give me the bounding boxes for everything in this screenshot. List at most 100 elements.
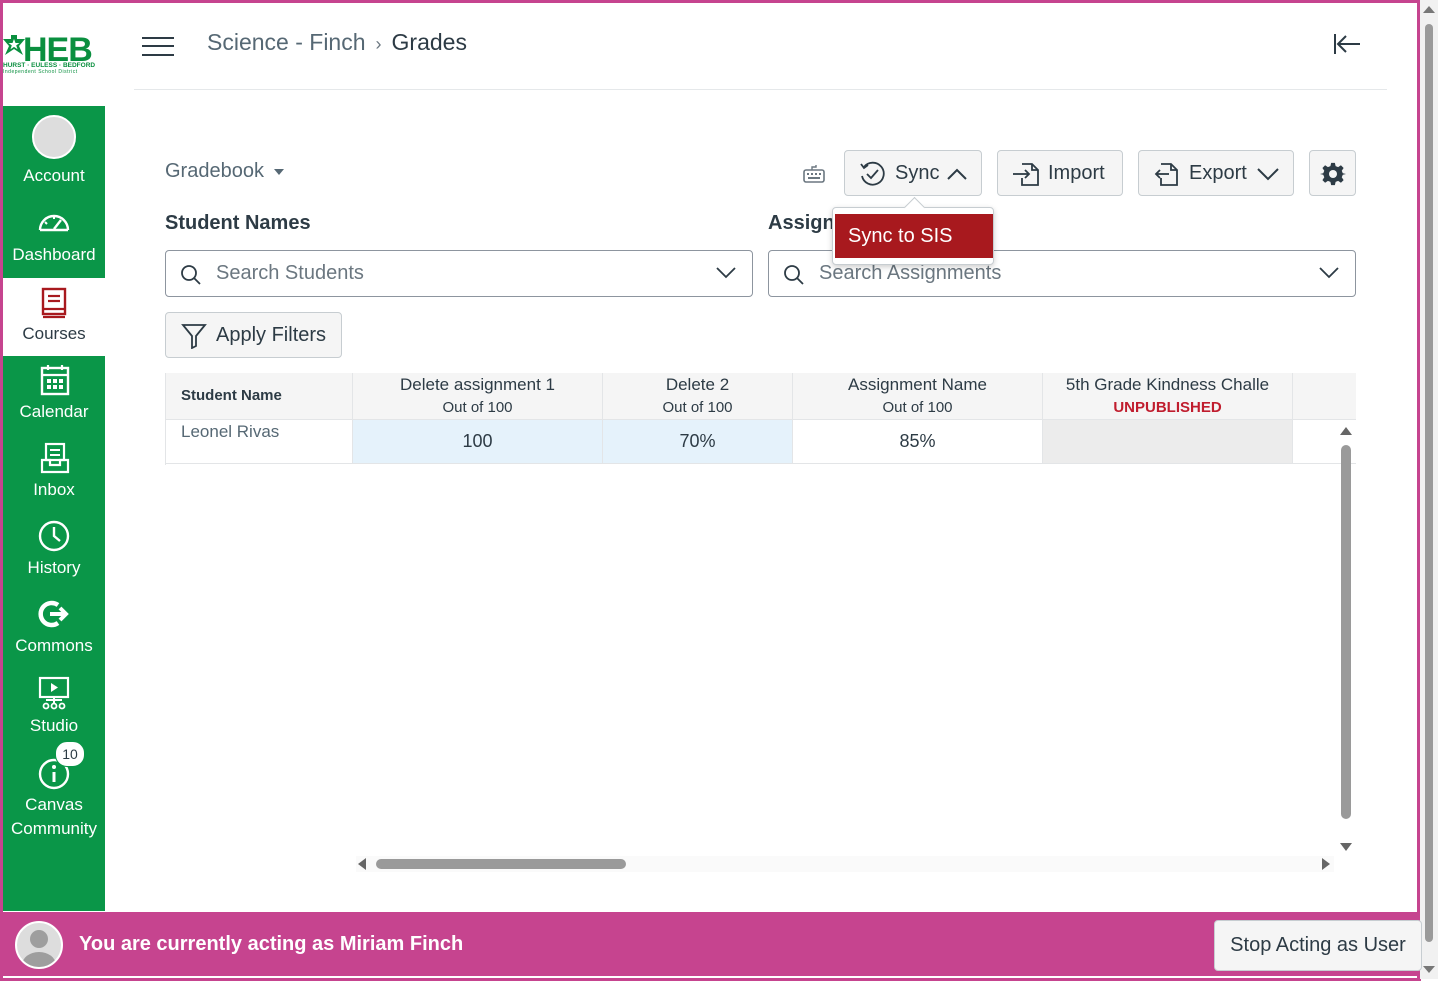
scroll-down-icon[interactable]: [1340, 843, 1352, 851]
nav-commons[interactable]: Commons: [3, 592, 105, 670]
nav-studio[interactable]: Studio: [3, 670, 105, 748]
filter-icon: [181, 324, 207, 349]
nav-canvas-community[interactable]: 10 Canvas Community: [3, 741, 105, 848]
community-badge: 10: [55, 741, 85, 767]
nav-dashboard[interactable]: Dashboard: [3, 184, 105, 264]
nav-calendar-label: Calendar: [19, 402, 89, 421]
history-icon: [38, 520, 70, 552]
column-header[interactable]: Delete 2 Out of 100: [603, 373, 793, 420]
caret-down-icon: [273, 168, 284, 175]
gradebook-menu[interactable]: Gradebook: [165, 160, 284, 183]
grid-vscroll-thumb[interactable]: [1341, 445, 1351, 819]
column-title: Assignment Name: [848, 375, 987, 394]
student-search-select[interactable]: Search Students: [165, 250, 753, 297]
nav-inbox[interactable]: Inbox: [3, 436, 105, 514]
nav-history[interactable]: History: [3, 514, 105, 592]
calendar-icon: [40, 365, 70, 396]
scroll-up-icon[interactable]: [1423, 6, 1435, 13]
grid-left-border: [165, 373, 166, 465]
student-names-label: Student Names: [165, 212, 311, 234]
grid-horizontal-scrollbar[interactable]: [356, 856, 1334, 872]
grid-hscroll-thumb[interactable]: [376, 859, 626, 869]
sync-icon: [860, 161, 885, 186]
student-name[interactable]: Leonel Rivas: [181, 422, 279, 441]
grade-cell[interactable]: 85%: [793, 420, 1043, 464]
import-icon: [1013, 163, 1039, 186]
sync-to-sis-item[interactable]: Sync to SIS: [835, 214, 993, 258]
nav-commons-label: Commons: [15, 636, 93, 655]
search-icon: [784, 265, 804, 285]
chevron-down-icon: [1319, 267, 1339, 279]
export-icon: [1154, 163, 1178, 186]
scroll-down-icon[interactable]: [1423, 966, 1435, 973]
logo-line1: HURST · EULESS · BEDFORD: [3, 62, 96, 69]
settings-button[interactable]: [1309, 150, 1356, 196]
student-search-placeholder: Search Students: [216, 262, 364, 284]
unpublished-badge: UNPUBLISHED: [1113, 399, 1222, 416]
column-header[interactable]: Assignment Name Out of 100: [793, 373, 1043, 420]
breadcrumb-course-link[interactable]: Science - Finch: [207, 29, 366, 55]
chevron-down-icon: [1257, 168, 1279, 181]
nav-calendar[interactable]: Calendar: [3, 358, 105, 436]
sync-menu: Sync to SIS: [832, 207, 994, 265]
student-name-header-label: Student Name: [181, 387, 282, 404]
logo-line2: Independent School District: [3, 69, 78, 75]
nav-history-label: History: [27, 558, 81, 577]
gradebook-grid: Student Name Delete assignment 1 Out of …: [165, 373, 1356, 465]
chevron-up-icon: [947, 168, 967, 180]
page-scrollbar[interactable]: [1420, 0, 1438, 979]
nav-studio-label: Studio: [29, 716, 79, 735]
district-logo[interactable]: HEB HURST · EULESS · BEDFORD Independent…: [3, 31, 107, 75]
page-scrollbar-thumb[interactable]: [1425, 24, 1433, 942]
global-nav: HEB HURST · EULESS · BEDFORD Independent…: [3, 3, 105, 911]
nav-menu: Account Dashboard Courses Calendar Inbox…: [3, 106, 105, 911]
inbox-icon: [40, 442, 70, 474]
column-title: Delete 2: [665, 375, 730, 394]
scroll-right-icon[interactable]: [1322, 858, 1330, 870]
hamburger-menu-icon[interactable]: [142, 35, 174, 57]
apply-filters-button[interactable]: Apply Filters: [165, 312, 342, 358]
nav-inbox-label: Inbox: [33, 480, 75, 499]
grade-cell[interactable]: 70%: [603, 420, 793, 464]
search-icon: [181, 265, 201, 285]
sync-label: Sync: [895, 162, 940, 184]
collapse-nav-icon[interactable]: [1332, 32, 1362, 56]
stop-acting-button[interactable]: Stop Acting as User: [1214, 920, 1422, 971]
gradebook-menu-label: Gradebook: [165, 160, 264, 182]
grid-vertical-scrollbar[interactable]: [1338, 425, 1356, 853]
export-label: Export: [1189, 162, 1247, 184]
import-button[interactable]: Import: [997, 150, 1123, 196]
column-header[interactable]: 5th Grade Kindness Challe UNPUBLISHED: [1043, 373, 1293, 420]
acting-as-message: You are currently acting as Miriam Finch: [79, 933, 464, 955]
breadcrumb-current: Grades: [391, 29, 467, 55]
scroll-up-icon[interactable]: [1340, 427, 1352, 435]
student-name-cell[interactable]: Leonel Rivas: [165, 420, 353, 464]
import-label: Import: [1048, 162, 1105, 184]
column-points: Out of 100: [662, 399, 733, 416]
scroll-left-icon[interactable]: [358, 858, 366, 870]
grade-cell[interactable]: [1043, 420, 1293, 464]
column-title: 5th Grade Kindness Challe: [1065, 375, 1270, 394]
gear-icon: [1320, 162, 1346, 186]
nav-account[interactable]: Account: [3, 106, 105, 185]
studio-icon: [38, 676, 70, 710]
column-points: Out of 100: [882, 399, 953, 416]
column-header[interactable]: Delete assignment 1 Out of 100: [353, 373, 603, 420]
column-points: Out of 100: [442, 399, 513, 416]
nav-canvas-community-label: Canvas Community: [11, 795, 97, 838]
nav-courses[interactable]: Courses: [3, 278, 105, 356]
keyboard-shortcuts-icon[interactable]: [803, 164, 825, 184]
courses-icon: [41, 287, 67, 319]
student-name-header[interactable]: Student Name: [165, 373, 353, 420]
export-button[interactable]: Export: [1138, 150, 1294, 196]
assignment-search-placeholder: Search Assignments: [819, 262, 1002, 284]
acting-as-user-bar: You are currently acting as Miriam Finch: [3, 912, 1418, 976]
grade-cell[interactable]: 100: [353, 420, 603, 464]
sync-button[interactable]: Sync: [844, 150, 982, 196]
column-title: Delete assignment 1: [400, 375, 555, 394]
breadcrumb-chevron-icon: ›: [375, 34, 382, 54]
nav-dashboard-label: Dashboard: [12, 245, 96, 264]
column-header-filler: [1293, 373, 1356, 420]
nav-courses-label: Courses: [22, 324, 86, 343]
chevron-down-icon: [716, 267, 736, 279]
